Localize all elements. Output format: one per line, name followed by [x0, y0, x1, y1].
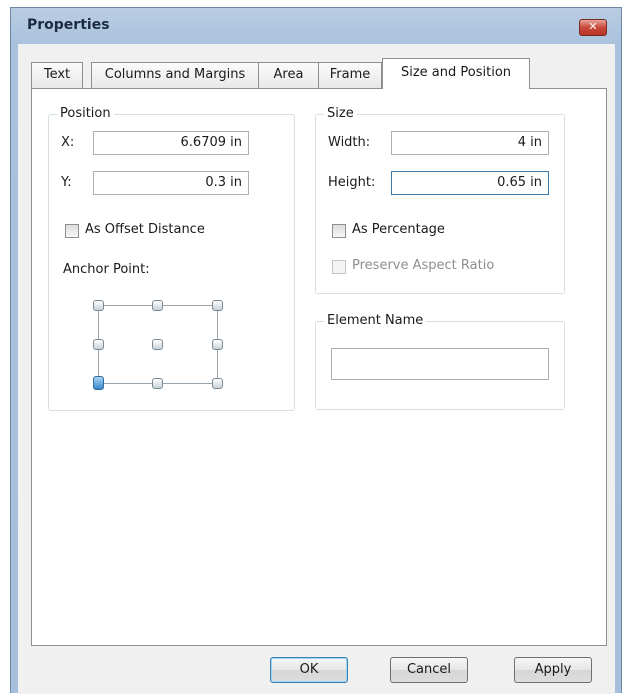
anchor-top-left[interactable] — [93, 300, 104, 311]
as-offset-distance-checkbox[interactable] — [65, 224, 79, 238]
tab-panel-size-and-position: Position X: 6.6709 in Y: 0.3 in As Offse… — [31, 88, 607, 646]
dialog-client-area: Text Columns and Margins Area Frame Size… — [18, 44, 615, 694]
height-label: Height: — [328, 175, 376, 190]
tab-text[interactable]: Text — [31, 62, 83, 88]
as-percentage-checkbox[interactable] — [332, 224, 346, 238]
anchor-bottom-left[interactable] — [93, 376, 104, 390]
window-title: Properties — [27, 17, 110, 33]
anchor-center[interactable] — [152, 339, 163, 350]
apply-button[interactable]: Apply — [514, 657, 592, 683]
position-group: Position X: 6.6709 in Y: 0.3 in As Offse… — [48, 106, 295, 411]
y-position-field[interactable]: 0.3 in — [93, 171, 249, 195]
width-field[interactable]: 4 in — [391, 131, 549, 155]
title-bar[interactable]: Properties ✕ — [11, 8, 621, 44]
preserve-aspect-ratio-checkbox[interactable] — [332, 260, 346, 274]
tab-area[interactable]: Area — [258, 62, 319, 88]
width-label: Width: — [328, 135, 371, 150]
close-icon: ✕ — [588, 20, 598, 33]
preserve-aspect-ratio-label: Preserve Aspect Ratio — [352, 258, 495, 273]
position-group-label: Position — [57, 106, 114, 121]
anchor-top-right[interactable] — [212, 300, 223, 311]
tab-frame[interactable]: Frame — [318, 62, 382, 88]
y-label: Y: — [61, 175, 72, 190]
anchor-middle-right[interactable] — [212, 339, 223, 350]
anchor-middle-left[interactable] — [93, 339, 104, 350]
size-group: Size Width: 4 in Height: 0.65 in As Perc… — [315, 106, 565, 294]
properties-dialog: Properties ✕ Text Columns and Margins Ar… — [10, 7, 622, 694]
anchor-top-center[interactable] — [152, 300, 163, 311]
x-position-field[interactable]: 6.6709 in — [93, 131, 249, 155]
element-name-group-label: Element Name — [324, 313, 427, 328]
tab-size-and-position[interactable]: Size and Position — [382, 58, 530, 89]
x-label: X: — [61, 135, 75, 150]
close-button[interactable]: ✕ — [579, 19, 607, 36]
as-percentage-label: As Percentage — [352, 222, 445, 237]
anchor-point-grid — [93, 300, 223, 390]
cancel-button[interactable]: Cancel — [390, 657, 468, 683]
size-group-label: Size — [324, 106, 357, 121]
anchor-bottom-center[interactable] — [152, 378, 163, 389]
tab-columns-and-margins[interactable]: Columns and Margins — [91, 62, 259, 88]
element-name-field[interactable] — [331, 348, 549, 380]
anchor-point-label: Anchor Point: — [63, 262, 150, 277]
ok-button[interactable]: OK — [270, 657, 348, 683]
height-field[interactable]: 0.65 in — [391, 171, 549, 195]
element-name-group: Element Name — [315, 313, 565, 410]
as-offset-distance-label: As Offset Distance — [85, 222, 205, 237]
anchor-bottom-right[interactable] — [212, 378, 223, 389]
